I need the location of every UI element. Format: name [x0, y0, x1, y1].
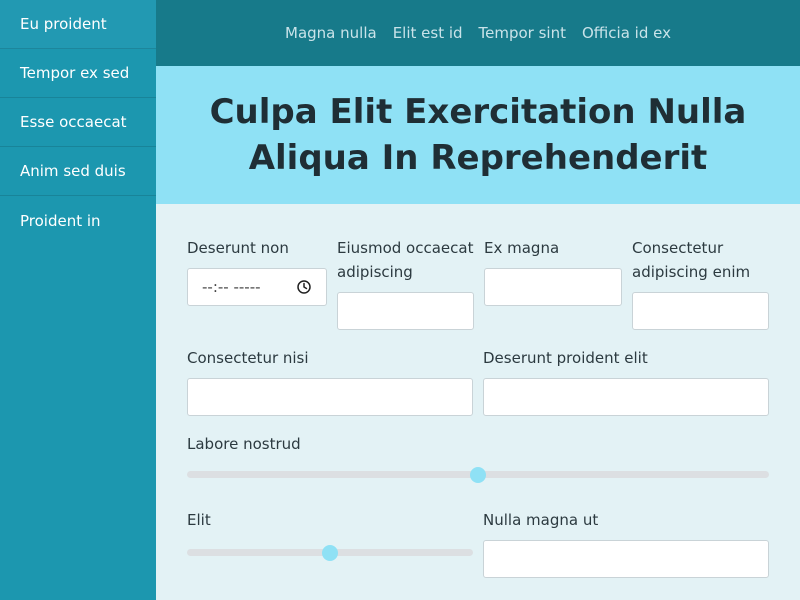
- field-eiusmod: Eiusmod occaecat adipiscing: [337, 236, 474, 330]
- top-navigation: Magna nulla Elit est id Tempor sint Offi…: [156, 0, 800, 66]
- labore-nostrud-label: Labore nostrud: [187, 435, 301, 453]
- hero-banner: Culpa Elit Exercitation Nulla Aliqua In …: [156, 66, 800, 204]
- field-consectetur-nisi: Consectetur nisi: [187, 346, 473, 416]
- sidebar-item-label: Proident in: [20, 211, 101, 230]
- deserunt-non-time-input[interactable]: --:-- -----: [187, 268, 327, 306]
- field-deserunt-proident: Deserunt proident elit: [483, 346, 769, 416]
- elit-slider-thumb[interactable]: [322, 545, 338, 561]
- eiusmod-label: Eiusmod occaecat adipiscing: [337, 239, 474, 281]
- sidebar-item-esse-occaecat[interactable]: Esse occaecat: [0, 98, 156, 147]
- sidebar: Eu proident Tempor ex sed Esse occaecat …: [0, 0, 156, 600]
- labore-nostrud-slider-thumb[interactable]: [470, 467, 486, 483]
- sidebar-item-label: Anim sed duis: [20, 162, 126, 180]
- sidebar-item-label: Tempor ex sed: [20, 64, 130, 82]
- nulla-magna-input[interactable]: [483, 540, 769, 578]
- nav-link-elit-est-id[interactable]: Elit est id: [385, 24, 471, 42]
- ex-magna-label: Ex magna: [484, 239, 560, 257]
- clock-icon[interactable]: [296, 279, 312, 295]
- deserunt-non-label: Deserunt non: [187, 239, 289, 257]
- sidebar-item-tempor-ex-sed[interactable]: Tempor ex sed: [0, 49, 156, 98]
- elit-label: Elit: [187, 511, 211, 529]
- page-title: Culpa Elit Exercitation Nulla Aliqua In …: [209, 92, 747, 178]
- sidebar-item-eu-proident[interactable]: Eu proident: [0, 0, 156, 49]
- eiusmod-input[interactable]: [337, 292, 474, 330]
- consectetur-enim-input[interactable]: [632, 292, 769, 330]
- nav-link-officia-id-ex[interactable]: Officia id ex: [574, 24, 679, 42]
- nav-link-magna-nulla[interactable]: Magna nulla: [277, 24, 385, 42]
- form-area: Deserunt non --:-- ----- Eiusmod occaeca…: [156, 204, 800, 600]
- sidebar-item-proident-in[interactable]: Proident in: [0, 196, 156, 245]
- consectetur-nisi-input[interactable]: [187, 378, 473, 416]
- sidebar-item-label: Eu proident: [20, 15, 107, 33]
- sidebar-item-label: Esse occaecat: [20, 113, 127, 131]
- nulla-magna-label: Nulla magna ut: [483, 511, 599, 529]
- field-nulla-magna: Nulla magna ut: [483, 508, 769, 578]
- app-layout: Eu proident Tempor ex sed Esse occaecat …: [0, 0, 800, 600]
- nav-link-tempor-sint[interactable]: Tempor sint: [471, 24, 574, 42]
- ex-magna-input[interactable]: [484, 268, 622, 306]
- field-ex-magna: Ex magna: [484, 236, 622, 306]
- field-deserunt-non: Deserunt non --:-- -----: [187, 236, 327, 306]
- consectetur-nisi-label: Consectetur nisi: [187, 349, 309, 367]
- consectetur-enim-label: Consectetur adipiscing enim: [632, 239, 751, 281]
- sidebar-item-anim-sed-duis[interactable]: Anim sed duis: [0, 147, 156, 196]
- deserunt-proident-label: Deserunt proident elit: [483, 349, 648, 367]
- field-consectetur-enim: Consectetur adipiscing enim: [632, 236, 769, 330]
- field-labore-nostrud: Labore nostrud: [187, 432, 769, 483]
- field-elit: Elit: [187, 508, 473, 561]
- deserunt-proident-input[interactable]: [483, 378, 769, 416]
- time-placeholder: --:-- -----: [202, 278, 261, 296]
